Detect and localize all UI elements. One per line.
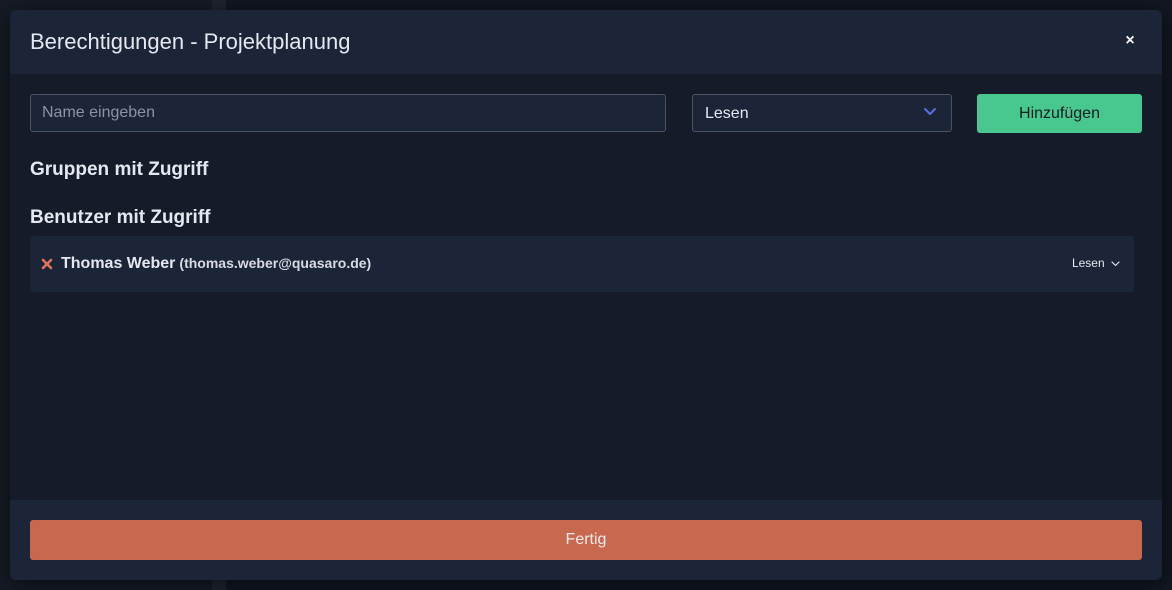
user-name-label: Thomas Weber (thomas.weber@quasaro.de) — [61, 255, 371, 273]
user-row: Thomas Weber (thomas.weber@quasaro.de) Le… — [30, 236, 1134, 292]
name-input[interactable] — [30, 94, 666, 132]
role-select[interactable]: Lesen — [692, 94, 952, 132]
role-select-value: Lesen — [705, 105, 749, 122]
modal-footer: Fertig — [10, 500, 1162, 580]
add-button[interactable]: Hinzufügen — [977, 94, 1142, 133]
chevron-down-icon — [924, 108, 936, 115]
done-button[interactable]: Fertig — [30, 520, 1142, 560]
user-role-label: Lesen — [1071, 256, 1105, 270]
modal-header: Berechtigungen - Projektplanung × — [10, 10, 1162, 74]
modal-title: Berechtigungen - Projektplanung — [30, 29, 351, 54]
chevron-down-icon — [1111, 261, 1120, 266]
user-email: (thomas.weber@quasaro.de) — [179, 255, 372, 271]
users-section-title: Benutzer mit Zugriff — [30, 207, 211, 228]
groups-section-title: Gruppen mit Zugriff — [30, 159, 209, 180]
user-name: Thomas Weber — [61, 255, 176, 272]
close-icon: × — [1125, 32, 1135, 49]
close-button[interactable]: × — [1120, 30, 1140, 52]
permissions-modal: Berechtigungen - Projektplanung × Lesen … — [10, 10, 1162, 580]
remove-icon[interactable] — [40, 257, 54, 271]
user-role-dropdown[interactable]: Lesen — [1072, 256, 1120, 270]
